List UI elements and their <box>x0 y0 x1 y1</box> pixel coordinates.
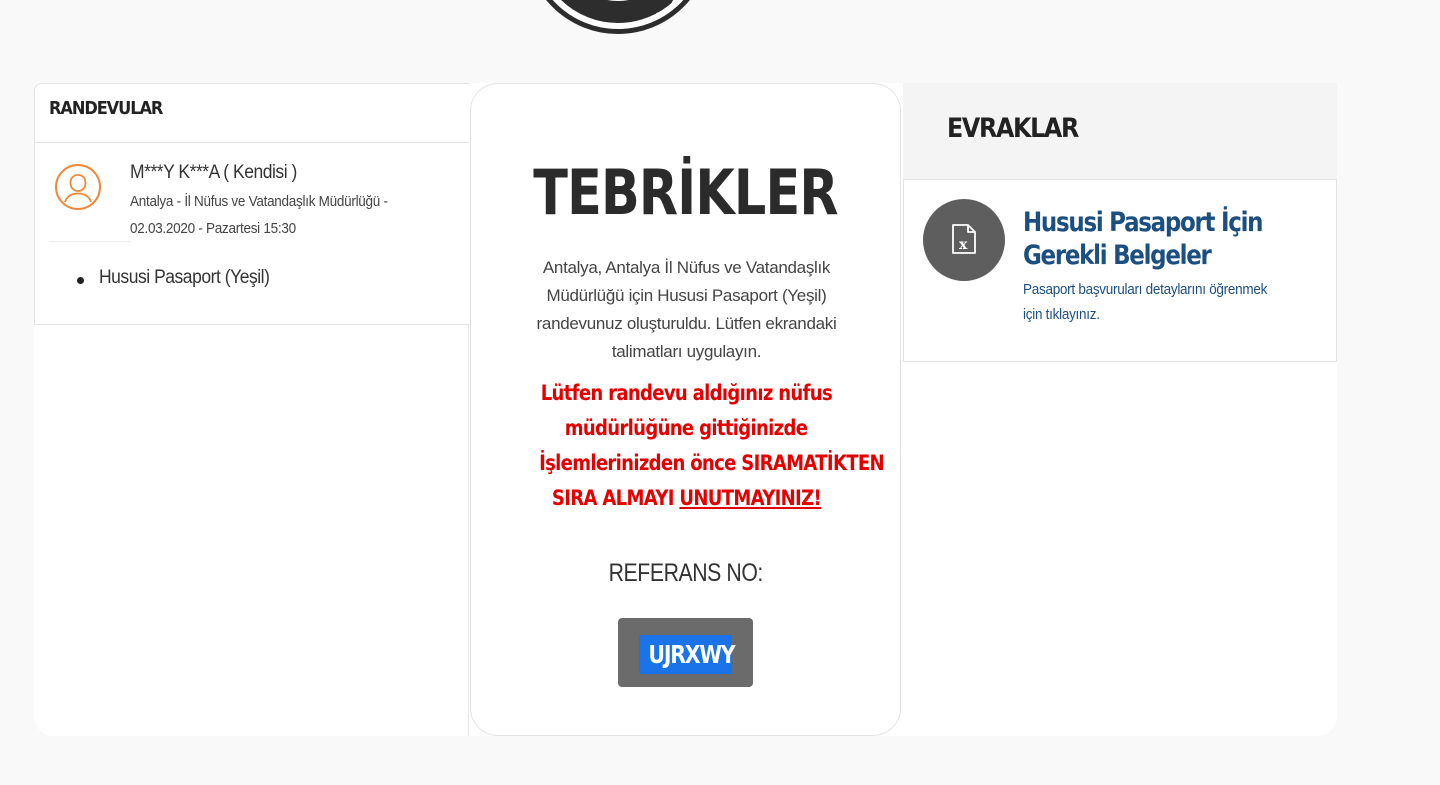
document-title-line[interactable]: Gerekli Belgeler <box>1023 239 1212 272</box>
congratulations-heading: TEBRİKLER <box>533 156 838 229</box>
document-description-line[interactable]: için tıklayınız. <box>1023 302 1100 327</box>
documents-column: EVRAKLAR x Hususi Pasaport İçin Gerekli … <box>903 83 1337 736</box>
warning-emphasis: UNUTMAYINIZ! <box>678 486 821 510</box>
success-message: Antalya, Antalya İl Nüfus ve Vatandaşlık… <box>529 254 844 366</box>
user-avatar-icon <box>55 164 101 210</box>
excel-file-icon[interactable]: x <box>923 199 1005 281</box>
seal-text-graphic: VATANDAŞLIK İŞLERİ GENEL <box>530 0 686 29</box>
document-description-line[interactable]: Pasaport başvuruları detaylarını öğrenme… <box>1023 277 1267 302</box>
appointments-header: RANDEVULAR <box>35 84 469 143</box>
success-message-line: Antalya, Antalya İl Nüfus ve Vatandaşlık <box>542 258 831 277</box>
reference-code[interactable]: UJRXWY <box>639 635 736 674</box>
svg-text:VATANDAŞLIK İŞLERİ GENEL: VATANDAŞLIK İŞLERİ GENEL <box>530 0 686 29</box>
documents-header: EVRAKLAR <box>903 83 1337 180</box>
reference-code-text[interactable]: UJRXWY <box>648 635 735 674</box>
reference-code-box[interactable]: UJRXWY <box>618 618 753 687</box>
warning-prefix: SIRA ALMAYI <box>551 486 679 510</box>
divider <box>49 241 131 242</box>
confirmation-panel: TEBRİKLER Antalya, Antalya İl Nüfus ve V… <box>470 83 901 736</box>
appointment-datetime: 02.03.2020 - Pazartesi 15:30 <box>130 220 296 237</box>
appointment-person-name: M***Y K***A ( Kendisi ) <box>130 162 297 183</box>
document-card[interactable]: x Hususi Pasaport İçin Gerekli Belgeler … <box>903 179 1337 362</box>
reference-label-text: REFERANS NO: <box>608 559 763 587</box>
success-message-line: talimatları uygulayın. <box>611 342 762 361</box>
reference-label: REFERANS NO: <box>471 559 900 588</box>
appointment-office: Antalya - İl Nüfus ve Vatandaşlık Müdürl… <box>130 193 388 210</box>
bullet-icon <box>77 277 84 284</box>
appointments-panel: RANDEVULAR M***Y K***A ( Kendisi ) Antal… <box>34 83 469 325</box>
ministry-seal-logo: VATANDAŞLIK İŞLERİ GENEL <box>525 0 711 34</box>
appointments-title: RANDEVULAR <box>49 98 163 119</box>
warning-line: İşlemlerinizden önce SIRAMATİKTEN <box>539 451 885 475</box>
warning-line: müdürlüğüne gittiğinizde <box>564 416 808 440</box>
service-item: Hususi Pasaport (Yeşil) <box>99 267 270 288</box>
documents-title: EVRAKLAR <box>947 113 1079 144</box>
success-message-line: Müdürlüğü için Hususi Pasaport (Yeşil) <box>546 286 827 305</box>
appointments-column: RANDEVULAR M***Y K***A ( Kendisi ) Antal… <box>34 83 469 736</box>
warning-line: SIRA ALMAYI UNUTMAYINIZ! <box>551 481 821 516</box>
document-description[interactable]: Pasaport başvuruları detaylarını öğrenme… <box>1023 277 1323 327</box>
appointment-details: Antalya - İl Nüfus ve Vatandaşlık Müdürl… <box>130 188 405 242</box>
queue-warning: Lütfen randevu aldığınız nüfus müdürlüğü… <box>511 376 885 516</box>
page: VATANDAŞLIK İŞLERİ GENEL RANDEVULAR M***… <box>0 0 1440 785</box>
svg-text:x: x <box>959 237 968 253</box>
success-message-line: randevunuz oluşturuldu. Lütfen ekrandaki <box>536 314 837 333</box>
document-title-line[interactable]: Hususi Pasaport İçin <box>1023 206 1263 239</box>
document-title-link[interactable]: Hususi Pasaport İçin Gerekli Belgeler <box>1023 206 1323 272</box>
warning-line: Lütfen randevu aldığınız nüfus <box>540 381 832 405</box>
